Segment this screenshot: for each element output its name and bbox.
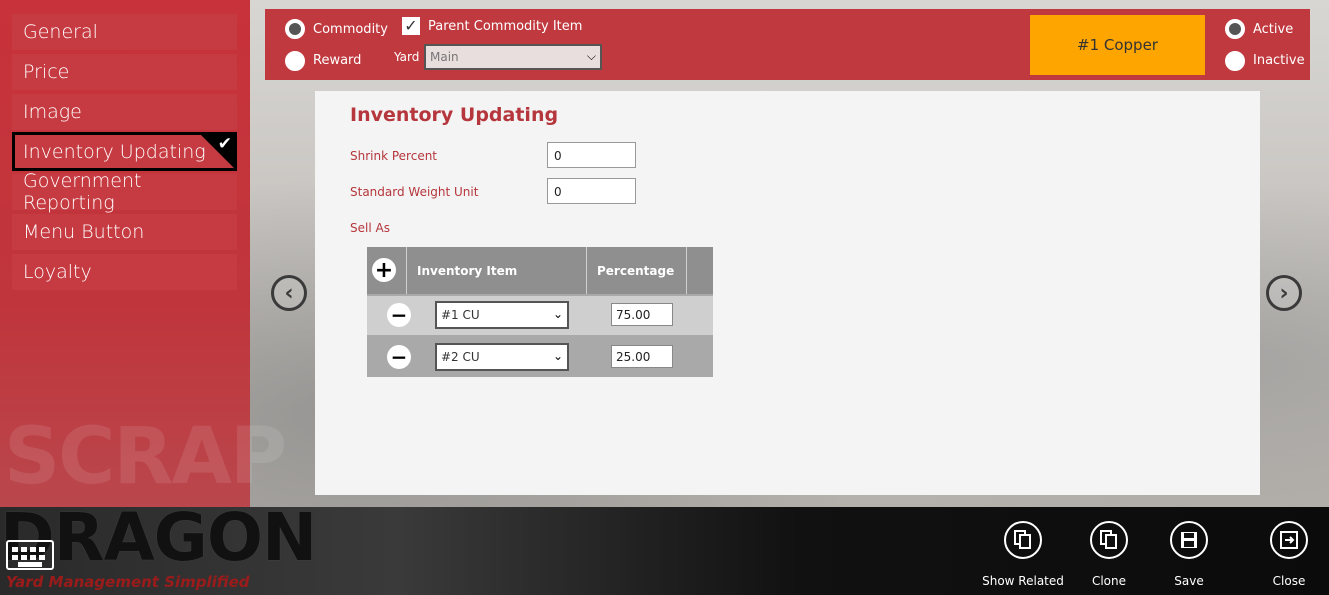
yard-select-value: Main <box>430 50 459 64</box>
reward-radio-label: Reward <box>313 53 362 68</box>
chevron-down-icon: ⌄ <box>552 307 563 321</box>
copy-icon <box>1004 521 1042 559</box>
grid-divider <box>406 247 407 294</box>
logo-tagline: Yard Management Simplified <box>6 573 250 591</box>
checkmark-icon: ✔ <box>217 134 232 154</box>
sidebar-item-label: Menu Button <box>23 221 145 243</box>
keyboard-icon[interactable] <box>6 540 54 570</box>
inventory-updating-panel: Inventory Updating Shrink Percent 0 Stan… <box>315 91 1260 495</box>
add-row-button[interactable]: + <box>372 257 396 283</box>
sidebar-item-label: Image <box>23 101 82 123</box>
commodity-radio[interactable] <box>285 19 305 39</box>
sidebar-item-label: General <box>23 21 98 43</box>
sidebar: SCRAP General Price Image Inventory Upda… <box>0 0 287 507</box>
parent-commodity-label: Parent Commodity Item <box>428 19 583 34</box>
percentage-value: 75.00 <box>616 308 651 322</box>
app-bar: DRAGON Yard Management Simplified Show R… <box>0 499 1329 595</box>
column-header-percentage: Percentage <box>597 264 675 278</box>
column-header-inventory-item: Inventory Item <box>417 264 518 278</box>
page-title: Inventory Updating <box>350 104 559 126</box>
shrink-percent-value: 0 <box>554 149 562 163</box>
inventory-item-value: #1 CU <box>441 308 480 322</box>
sidebar-item-label: Loyalty <box>23 261 92 283</box>
standard-weight-unit-label: Standard Weight Unit <box>350 185 479 199</box>
remove-row-button[interactable]: − <box>387 303 411 327</box>
active-radio-label: Active <box>1253 22 1294 37</box>
floppy-icon <box>1170 521 1208 559</box>
save-label: Save <box>1174 574 1204 588</box>
chevron-left-icon: ‹ <box>284 280 294 306</box>
inactive-radio[interactable] <box>1225 51 1245 71</box>
sidebar-item-image[interactable]: Image <box>12 94 237 130</box>
previous-arrow-button[interactable]: ‹ <box>271 275 307 311</box>
standard-weight-unit-field[interactable]: 0 <box>547 178 636 204</box>
active-radio[interactable] <box>1225 19 1245 39</box>
minus-icon: − <box>390 345 408 369</box>
scrap-watermark: SCRAP <box>4 412 287 502</box>
table-row: − #1 CU ⌄ 75.00 <box>367 296 713 335</box>
inventory-item-value: #2 CU <box>441 350 480 364</box>
percentage-field[interactable]: 75.00 <box>611 303 673 326</box>
commodity-header: Commodity Reward ✓ Parent Commodity Item… <box>265 9 1310 80</box>
commodity-name: #1 Copper <box>1077 36 1158 54</box>
commodity-radio-label: Commodity <box>313 22 388 37</box>
commodity-name-badge: #1 Copper <box>1030 15 1205 75</box>
sidebar-item-label: Inventory Updating <box>23 140 206 163</box>
remove-row-button[interactable]: − <box>387 345 411 369</box>
close-button[interactable]: Close <box>1244 521 1329 588</box>
sell-as-grid: + Inventory Item Percentage − #1 CU ⌄ 75… <box>367 247 713 377</box>
sidebar-item-government-reporting[interactable]: Government Reporting <box>12 170 237 214</box>
minus-icon: − <box>390 303 408 327</box>
chevron-down-icon: ⌄ <box>552 349 563 363</box>
grid-header: + Inventory Item Percentage <box>367 247 713 294</box>
sidebar-item-inventory-updating[interactable]: Inventory Updating ✔ <box>12 132 237 171</box>
reward-radio[interactable] <box>285 51 305 71</box>
clone-label: Clone <box>1091 574 1127 588</box>
parent-commodity-checkbox[interactable]: ✓ <box>402 17 420 35</box>
yard-select[interactable]: Main ⌵ <box>424 44 602 70</box>
plus-icon: + <box>374 257 394 283</box>
chevron-right-icon: › <box>1279 280 1289 306</box>
sidebar-item-menu-button[interactable]: Menu Button <box>12 214 237 250</box>
inventory-item-select[interactable]: #1 CU ⌄ <box>435 301 569 329</box>
sidebar-item-loyalty[interactable]: Loyalty <box>12 254 237 290</box>
save-button[interactable]: Save <box>1144 521 1234 588</box>
shrink-percent-field[interactable]: 0 <box>547 142 636 168</box>
close-label: Close <box>1272 574 1306 588</box>
grid-divider <box>586 247 587 294</box>
sidebar-item-label: Price <box>23 61 70 83</box>
exit-icon <box>1270 521 1308 559</box>
sidebar-item-price[interactable]: Price <box>12 54 237 90</box>
next-arrow-button[interactable]: › <box>1266 275 1302 311</box>
inventory-item-select[interactable]: #2 CU ⌄ <box>435 343 569 371</box>
show-related-label: Show Related <box>982 574 1064 588</box>
chevron-down-icon: ⌵ <box>586 49 596 63</box>
copy-icon <box>1090 521 1128 559</box>
clone-button[interactable]: Clone <box>1064 521 1154 588</box>
shrink-percent-label: Shrink Percent <box>350 149 438 163</box>
show-related-button[interactable]: Show Related <box>978 521 1068 588</box>
sidebar-item-label: Government Reporting <box>23 170 142 214</box>
inactive-radio-label: Inactive <box>1253 53 1305 68</box>
sell-as-label: Sell As <box>350 221 390 235</box>
grid-divider <box>686 247 687 294</box>
table-row: − #2 CU ⌄ 25.00 <box>367 338 713 377</box>
percentage-value: 25.00 <box>616 350 651 364</box>
standard-weight-unit-value: 0 <box>554 185 562 199</box>
sidebar-item-general[interactable]: General <box>12 14 237 50</box>
yard-label: Yard <box>394 50 420 64</box>
percentage-field[interactable]: 25.00 <box>611 345 673 368</box>
